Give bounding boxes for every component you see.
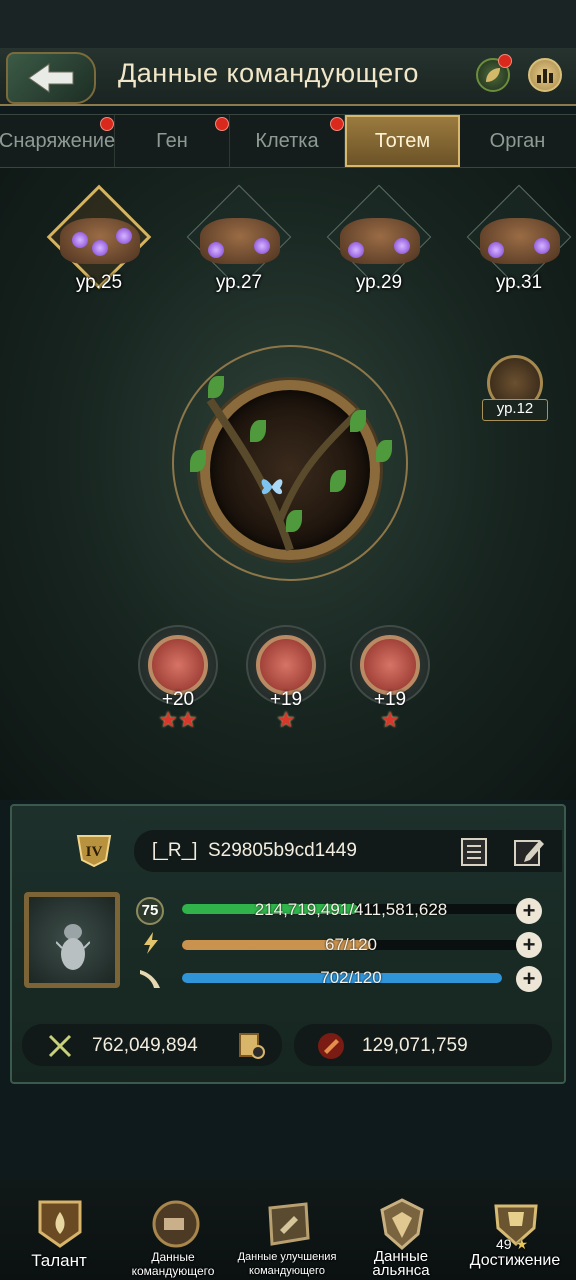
totem-level: ур.29 — [355, 272, 403, 293]
achievement-count-value: 49 — [496, 1236, 512, 1252]
totem-level: ур.25 — [75, 272, 123, 293]
status-bar — [0, 0, 576, 48]
nav-commander-data[interactable]: Данные командующего — [118, 1194, 228, 1280]
player-name: [_R_] S29805b9cd1449 — [152, 840, 357, 861]
alert-dot — [215, 117, 229, 131]
nav-achievement[interactable]: 49 ★ Достижение — [460, 1194, 570, 1280]
alert-dot — [100, 117, 114, 131]
nav-label: Достижение — [469, 1252, 561, 1269]
add-exp-button[interactable]: + — [516, 898, 542, 924]
add-stamina-button[interactable]: + — [516, 966, 542, 992]
totem-shortcut-button[interactable] — [476, 54, 512, 92]
vine-decoration — [206, 397, 363, 552]
back-button[interactable] — [6, 52, 96, 104]
tab-label: Снаряжение — [0, 129, 116, 152]
tab-equipment[interactable]: Снаряжение — [0, 115, 115, 167]
tab-cell[interactable]: Клетка — [230, 115, 345, 167]
flower-icon — [394, 238, 410, 254]
page-title: Данные командующего — [118, 58, 419, 88]
totem-slot-2[interactable]: ур.27 — [184, 184, 294, 302]
star-rune-icon — [256, 635, 316, 695]
flower-icon — [534, 238, 550, 254]
nav-label: Данные командующего — [131, 1250, 215, 1278]
side-totem[interactable]: ур.12 — [482, 355, 548, 421]
tab-label: Ген — [156, 129, 188, 152]
power-value: 762,049,894 — [92, 1035, 198, 1056]
heart-rune-icon — [360, 635, 420, 695]
star-rating: ★ — [380, 707, 400, 732]
alert-dot — [330, 117, 344, 131]
tab-gene[interactable]: Ген — [115, 115, 230, 167]
tab-organ[interactable]: Орган — [460, 115, 575, 167]
flower-icon — [208, 242, 224, 258]
commander-level: 75 — [136, 897, 164, 925]
claw-rune-icon — [148, 635, 208, 695]
nav-upgrade-data[interactable]: Данные улучшения командующего — [232, 1194, 342, 1280]
flower-icon — [348, 242, 364, 258]
flower-icon — [116, 228, 132, 244]
talent-crest-icon — [38, 1200, 82, 1248]
star-icon: ★ — [515, 1236, 529, 1252]
nav-label: Данные улучшения командующего — [237, 1251, 337, 1277]
flower-icon — [72, 232, 88, 248]
document-icon[interactable] — [458, 836, 490, 868]
leaf-icon — [486, 68, 500, 82]
totem-slot-1[interactable]: ур.25 — [44, 184, 154, 302]
achievement-count: 49 ★ — [496, 1236, 528, 1253]
nav-label: Данные альянса — [372, 1248, 430, 1279]
nav-label: Талант — [31, 1251, 87, 1270]
tab-totem[interactable]: Тотем — [345, 115, 460, 167]
commander-icon — [152, 1200, 200, 1248]
tab-label: Орган — [489, 129, 546, 152]
star-rating: ★ — [276, 707, 296, 732]
alert-dot — [498, 54, 512, 68]
horn-icon — [140, 970, 160, 988]
crossed-swords-icon — [48, 1034, 72, 1058]
bar-chart-icon — [537, 69, 553, 83]
totem-level: ур.27 — [215, 272, 263, 293]
scroll-clock-icon[interactable] — [236, 1030, 266, 1060]
tab-label: Клетка — [255, 129, 319, 152]
tab-bar: Снаряжение Ген Клетка Тотем Орган — [0, 114, 576, 168]
lightning-icon — [144, 932, 158, 954]
add-energy-button[interactable]: + — [516, 932, 542, 958]
kills-value: 129,071,759 — [362, 1035, 468, 1056]
back-arrow-icon — [28, 63, 74, 93]
side-totem-level: ур.12 — [482, 399, 548, 421]
exp-text: 214,719,491/411,581,628 — [254, 900, 448, 919]
svg-text:IV: IV — [86, 844, 103, 860]
flower-icon — [254, 238, 270, 254]
flower-icon — [92, 240, 108, 256]
header-bar: Данные командующего — [0, 48, 576, 106]
beetle-icon — [56, 924, 90, 970]
totem-slot-3[interactable]: ур.29 — [324, 184, 434, 302]
rank-badge-icon: IV — [76, 835, 112, 868]
kill-count-icon — [318, 1033, 344, 1059]
rune-slot-2[interactable]: +19 ★ — [242, 625, 330, 735]
stamina-text: 702/120 — [320, 968, 382, 987]
upgrade-icon — [268, 1202, 310, 1246]
edit-icon[interactable] — [512, 834, 546, 868]
totem-level: ур.31 — [495, 272, 543, 293]
star-rating: ★★ — [158, 707, 198, 732]
tab-label: Тотем — [374, 129, 431, 152]
flower-icon — [488, 242, 504, 258]
rune-slot-1[interactable]: +20 ★★ — [134, 625, 222, 735]
nav-alliance-data[interactable]: Данные альянса — [346, 1194, 456, 1280]
energy-text: 67/120 — [325, 935, 377, 954]
stats-button[interactable] — [528, 58, 562, 92]
totem-slot-4[interactable]: ур.31 — [464, 184, 574, 302]
nav-talent[interactable]: Талант — [4, 1194, 114, 1280]
rune-slot-3[interactable]: +19 ★ — [346, 625, 434, 735]
butterfly-icon — [261, 479, 283, 495]
alliance-shield-icon — [380, 1198, 424, 1250]
